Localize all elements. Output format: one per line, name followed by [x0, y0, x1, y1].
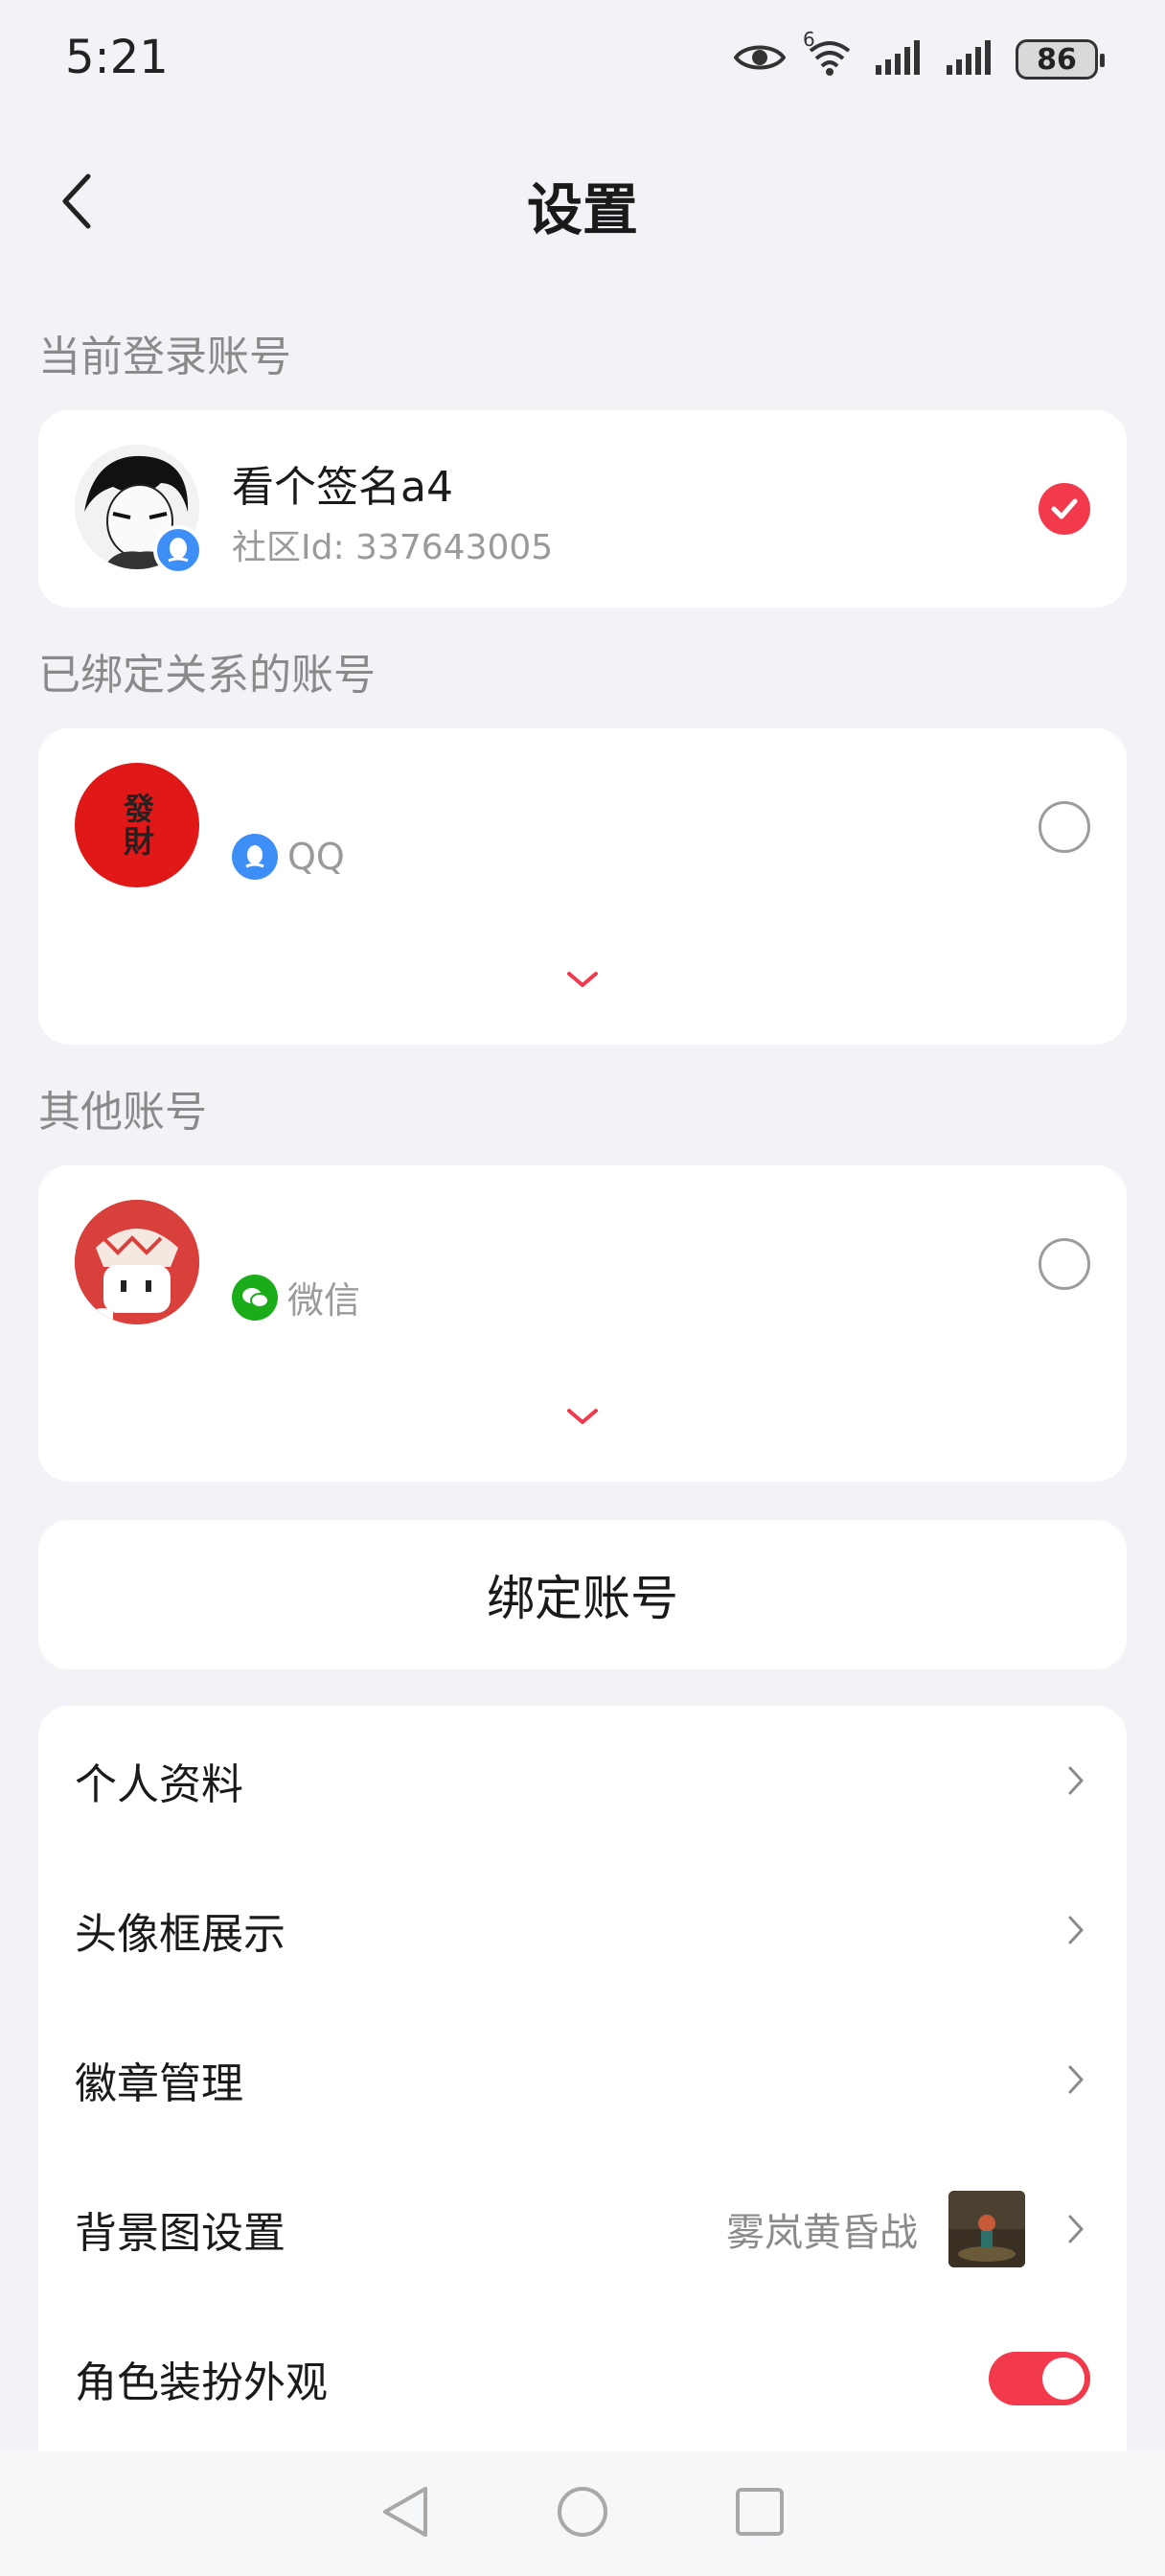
bound-accounts-section-label: 已绑定关系的账号: [38, 651, 376, 700]
bound-account-radio[interactable]: [1039, 801, 1090, 853]
menu-item-role-outfit: 角色装扮外观: [38, 2304, 1127, 2453]
menu-item-label: 个人资料: [75, 1760, 243, 1809]
background-thumbnail: [948, 2191, 1025, 2267]
signal-icon-2: [945, 38, 994, 80]
qq-icon: [232, 834, 278, 880]
chevron-down-icon: [567, 1409, 598, 1424]
nav-recents-button[interactable]: [734, 2486, 786, 2542]
square-recents-icon: [736, 2488, 784, 2536]
chevron-right-icon: [1062, 2060, 1090, 2099]
chevron-down-icon: [567, 972, 598, 987]
platform-wechat: 微信: [232, 1271, 360, 1323]
avatar-text: 發財: [119, 793, 155, 858]
other-accounts-section-label: 其他账号: [38, 1088, 207, 1137]
other-account-radio[interactable]: [1039, 1238, 1090, 1290]
wechat-icon: [232, 1274, 278, 1321]
expand-button[interactable]: [38, 1405, 1127, 1428]
eye-icon: [733, 40, 787, 79]
other-account-card[interactable]: 微信: [38, 1165, 1127, 1482]
bind-account-label: 绑定账号: [487, 1571, 678, 1626]
platform-label: QQ: [287, 836, 345, 878]
qq-badge-icon: [153, 525, 203, 575]
bound-account-card[interactable]: 發財 QQ: [38, 728, 1127, 1045]
settings-menu: 个人资料 头像框展示 徽章管理 背景图设置 雾岚黄昏战 角色装扮外观: [38, 1706, 1127, 2472]
expand-button[interactable]: [38, 968, 1127, 991]
menu-item-label: 徽章管理: [75, 2059, 243, 2108]
status-time: 5:21: [65, 31, 169, 84]
nav-back-button[interactable]: [379, 2483, 431, 2544]
status-bar: 5:21 6 86: [0, 0, 1165, 120]
chevron-right-icon: [1062, 1761, 1090, 1800]
menu-item-badges[interactable]: 徽章管理: [38, 2005, 1127, 2154]
menu-item-label: 头像框展示: [75, 1910, 286, 1959]
current-account-section-label: 当前登录账号: [38, 333, 291, 381]
menu-item-avatar-frame[interactable]: 头像框展示: [38, 1855, 1127, 2005]
triangle-back-icon: [383, 2487, 427, 2537]
circle-home-icon: [558, 2487, 607, 2537]
wifi-icon: 6: [803, 28, 853, 81]
status-icons: 6 86: [733, 28, 1105, 86]
signal-icon-1: [874, 38, 924, 80]
role-outfit-toggle[interactable]: [989, 2352, 1090, 2405]
account-name: 看个签名a4: [232, 463, 453, 512]
avatar: [75, 1200, 199, 1324]
nav-home-button[interactable]: [556, 2485, 609, 2542]
community-id: 社区Id: 337643005: [232, 528, 554, 567]
menu-item-label: 背景图设置: [75, 2209, 286, 2258]
menu-item-label: 角色装扮外观: [75, 2358, 328, 2407]
platform-qq: QQ: [232, 834, 345, 880]
current-account-selected-radio[interactable]: [1039, 483, 1090, 535]
bind-account-button[interactable]: 绑定账号: [38, 1520, 1127, 1669]
current-account-card[interactable]: 看个签名a4 社区Id: 337643005: [38, 410, 1127, 608]
battery-indicator: 86: [1016, 39, 1105, 80]
platform-label: 微信: [287, 1279, 361, 1322]
chevron-right-icon: [1062, 2210, 1090, 2248]
chevron-right-icon: [1062, 1911, 1090, 1949]
menu-item-profile[interactable]: 个人资料: [38, 1706, 1127, 1855]
wifi-label: 6: [803, 28, 815, 51]
page-title: 设置: [526, 177, 638, 242]
header: 设置: [0, 144, 1165, 264]
background-value: 雾岚黄昏战: [726, 2211, 918, 2255]
avatar: 發財: [75, 763, 199, 887]
menu-item-background[interactable]: 背景图设置 雾岚黄昏战: [38, 2154, 1127, 2304]
check-icon: [1051, 498, 1078, 519]
system-nav-bar: [0, 2451, 1165, 2576]
